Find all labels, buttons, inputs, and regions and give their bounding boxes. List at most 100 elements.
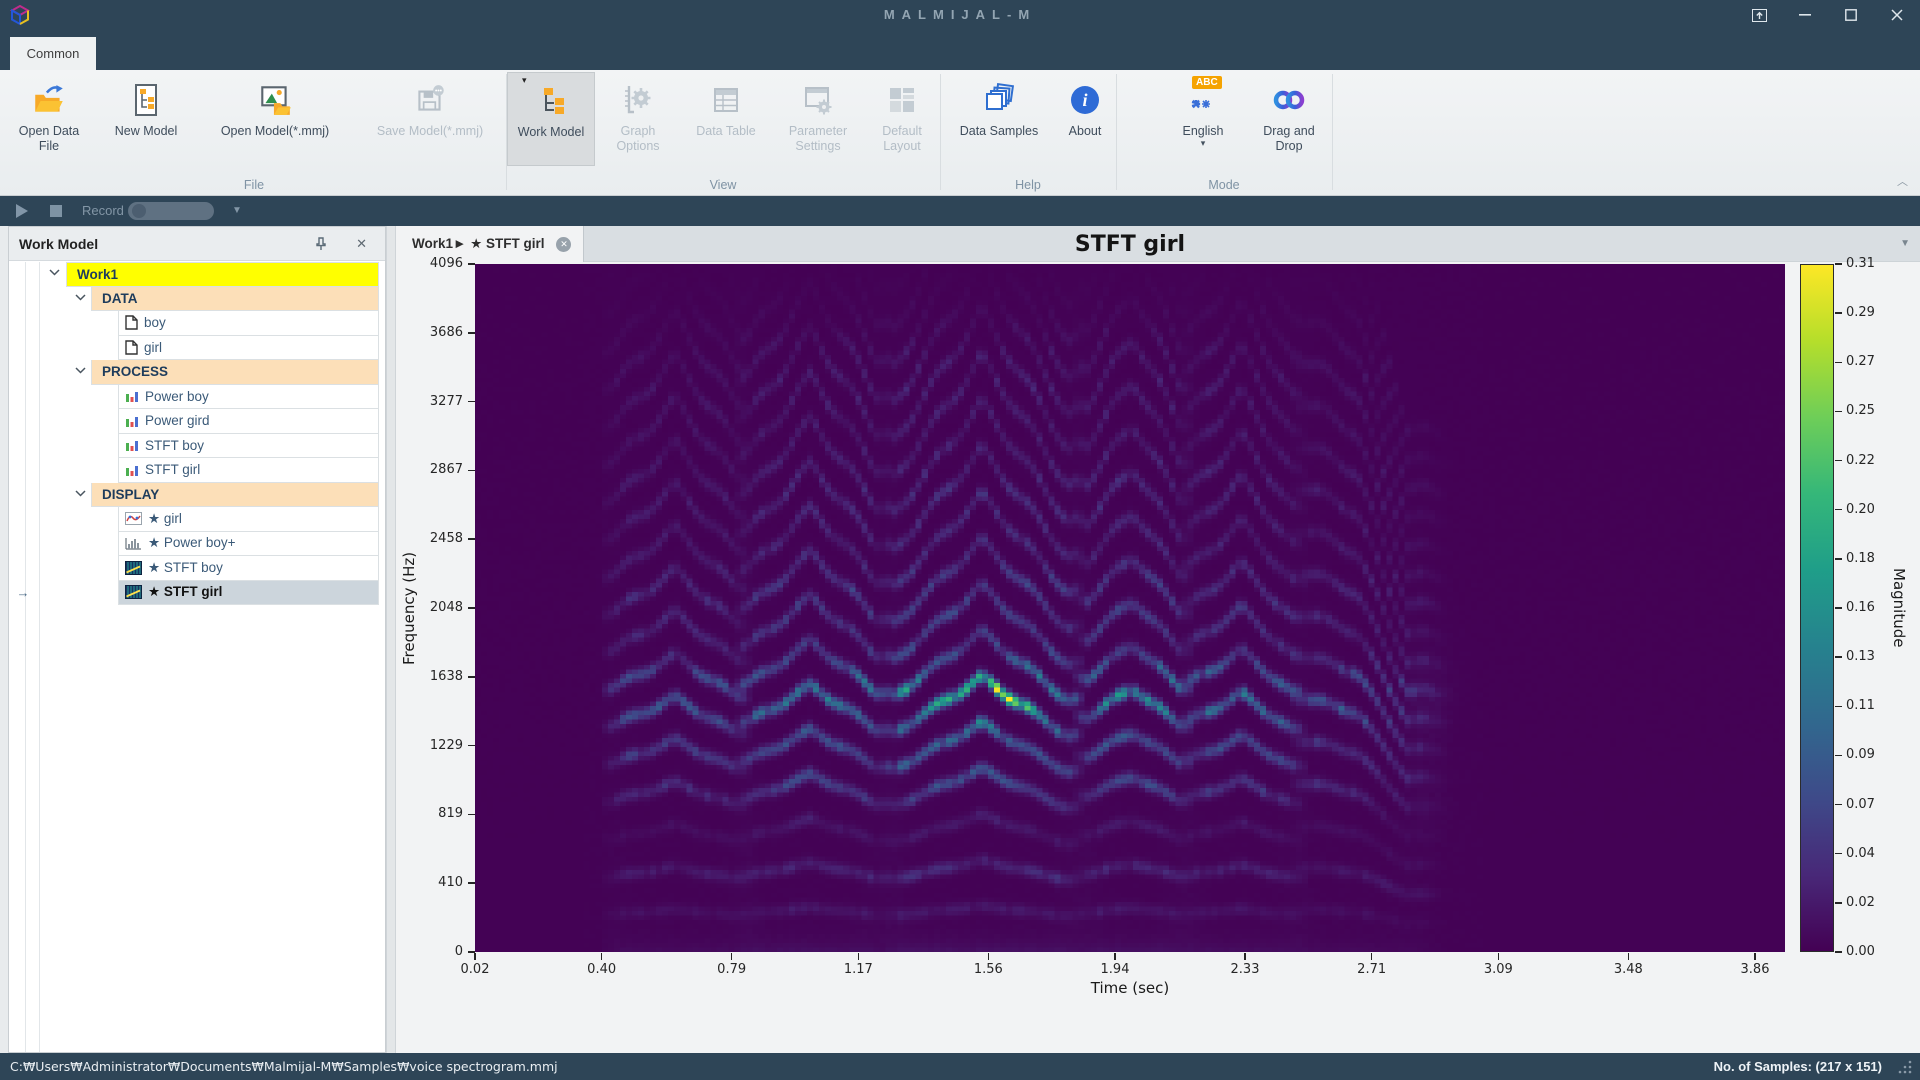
- ribbon-group-view: ▾ Work Model: [507, 70, 939, 195]
- stop-button[interactable]: [50, 205, 62, 217]
- y-tick-mark: [468, 538, 475, 540]
- new-model-button[interactable]: New Model: [96, 72, 196, 166]
- tree-item-display-power-boy[interactable]: ★ Power boy+: [118, 532, 379, 557]
- x-tick-mark: [474, 953, 476, 960]
- colorbar-tick-mark: [1835, 460, 1842, 462]
- record-toggle[interactable]: [128, 202, 214, 220]
- tree-item-label: boy: [144, 315, 166, 330]
- play-button[interactable]: [16, 204, 28, 218]
- y-tick-mark: [468, 814, 475, 816]
- ribbon-button-label: Open Model(*.mmj): [215, 124, 335, 139]
- ribbon-button-label: Open Data File: [2, 124, 96, 154]
- expander-icon[interactable]: [75, 294, 86, 301]
- tree-row: → ★ STFT girl: [9, 581, 385, 606]
- minimize-button[interactable]: [1782, 0, 1828, 30]
- tree-item-stft-boy[interactable]: STFT boy: [118, 434, 379, 459]
- work-model-panel: Work Model ✕ Work1 DATA boy: [8, 226, 386, 1053]
- pin-icon[interactable]: [313, 236, 329, 252]
- tree-item-display[interactable]: DISPLAY: [91, 483, 379, 508]
- expander-icon[interactable]: [75, 367, 86, 374]
- colorbar-tick-label: 0.02: [1846, 895, 1875, 911]
- spectrogram-plot[interactable]: [475, 264, 1785, 952]
- colorbar-tick-mark: [1835, 411, 1842, 413]
- tree-item-boy[interactable]: boy: [118, 311, 379, 336]
- tree-row: boy: [9, 311, 385, 336]
- default-layout-button[interactable]: Default Layout: [865, 72, 939, 166]
- tree-item-display-stft-girl[interactable]: ★ STFT girl: [118, 581, 379, 606]
- save-model-button[interactable]: Save Model(*.mmj): [354, 72, 506, 166]
- ribbon-collapse-icon[interactable]: ︿: [1897, 173, 1908, 189]
- graph-options-button[interactable]: Graph Options: [595, 72, 681, 166]
- english-icon: ABC: [1186, 78, 1220, 122]
- tree-row: ★ STFT boy: [9, 556, 385, 581]
- dropdown-caret-icon: ▾: [1201, 138, 1206, 149]
- fullscreen-button[interactable]: [1736, 0, 1782, 30]
- tree-item-display-stft-boy[interactable]: ★ STFT boy: [118, 556, 379, 581]
- parameter-settings-icon: [801, 78, 835, 122]
- colorbar-tick-mark: [1835, 755, 1842, 757]
- new-model-icon: [129, 78, 163, 122]
- tree-item-work1[interactable]: Work1: [66, 262, 379, 287]
- ribbon-button-label: Save Model(*.mmj): [371, 124, 489, 139]
- tree-item-girl[interactable]: girl: [118, 336, 379, 361]
- data-table-icon: [709, 78, 743, 122]
- colorbar-tick-label: 0.18: [1846, 551, 1875, 567]
- tree-row: STFT girl: [9, 458, 385, 483]
- colorbar-tick-label: 0.27: [1846, 354, 1875, 370]
- tab-list-caret-icon[interactable]: ▼: [1900, 226, 1910, 262]
- data-samples-button[interactable]: Data Samples: [941, 72, 1057, 166]
- x-tick-mark: [1114, 953, 1116, 960]
- ribbon-button-label: Graph Options: [595, 124, 681, 154]
- panel-splitter[interactable]: [386, 226, 396, 1053]
- tree-row: Work1: [9, 262, 385, 287]
- colorbar-tick-mark: [1835, 509, 1842, 511]
- drag-and-drop-button[interactable]: Drag and Drop: [1247, 72, 1331, 166]
- window-titlebar: MALMIJAL-M: [0, 0, 1920, 30]
- about-icon: i: [1071, 78, 1099, 122]
- expander-icon[interactable]: [49, 269, 60, 276]
- open-data-file-button[interactable]: Open Data File: [2, 72, 96, 166]
- expander-icon[interactable]: [75, 490, 86, 497]
- panel-close-icon[interactable]: ✕: [356, 227, 367, 261]
- about-button[interactable]: i About: [1057, 72, 1113, 166]
- ribbon-button-label: English: [1177, 124, 1230, 139]
- y-tick-mark: [468, 332, 475, 334]
- x-tick-mark: [731, 953, 733, 960]
- colorbar: [1800, 264, 1834, 952]
- work-model-button[interactable]: ▾ Work Model: [507, 72, 595, 166]
- close-button[interactable]: [1874, 0, 1920, 30]
- tree-item-display-girl[interactable]: ★ girl: [118, 507, 379, 532]
- y-axis-label: Frequency (Hz): [400, 264, 422, 952]
- record-dropdown-caret-icon[interactable]: ▼: [232, 196, 242, 226]
- colorbar-tick-label: 0.00: [1846, 944, 1875, 960]
- colorbar-tick-mark: [1835, 607, 1842, 609]
- open-model-button[interactable]: Open Model(*.mmj): [196, 72, 354, 166]
- maximize-button[interactable]: [1828, 0, 1874, 30]
- ribbon-button-label: Data Samples: [954, 124, 1045, 139]
- ribbon-separator: [1332, 74, 1333, 190]
- english-button[interactable]: ABC English ▾: [1159, 72, 1247, 166]
- tree-item-label: girl: [144, 340, 162, 355]
- tree-item-label: ★ Power boy+: [148, 535, 236, 551]
- resize-grip[interactable]: [1898, 1060, 1912, 1074]
- tree-item-data[interactable]: DATA: [91, 287, 379, 312]
- tree-row: DATA: [9, 287, 385, 312]
- y-tick-mark: [468, 607, 475, 609]
- document-area: Work1► ★ STFT girl✕ ▼ STFT girl 04108191…: [396, 226, 1920, 1053]
- tab-common[interactable]: Common: [10, 37, 96, 70]
- x-tick-mark: [1754, 953, 1756, 960]
- tree-item-stft-girl[interactable]: STFT girl: [118, 458, 379, 483]
- x-tick-mark: [1628, 953, 1630, 960]
- ribbon-button-label: Parameter Settings: [771, 124, 865, 154]
- x-tick-label: 2.33: [1215, 962, 1275, 977]
- parameter-settings-button[interactable]: Parameter Settings: [771, 72, 865, 166]
- tree-item-power-boy[interactable]: Power boy: [118, 385, 379, 410]
- data-table-button[interactable]: Data Table: [681, 72, 771, 166]
- ribbon-group-help: Data Samples i About Help: [941, 70, 1115, 195]
- tree-item-process[interactable]: PROCESS: [91, 360, 379, 385]
- tree-item-label: Power boy: [145, 389, 209, 404]
- x-tick-mark: [1371, 953, 1373, 960]
- tree-item-power-gird[interactable]: Power gird: [118, 409, 379, 434]
- ribbon-group-name: File: [2, 178, 506, 192]
- tree-item-label: STFT boy: [145, 438, 204, 453]
